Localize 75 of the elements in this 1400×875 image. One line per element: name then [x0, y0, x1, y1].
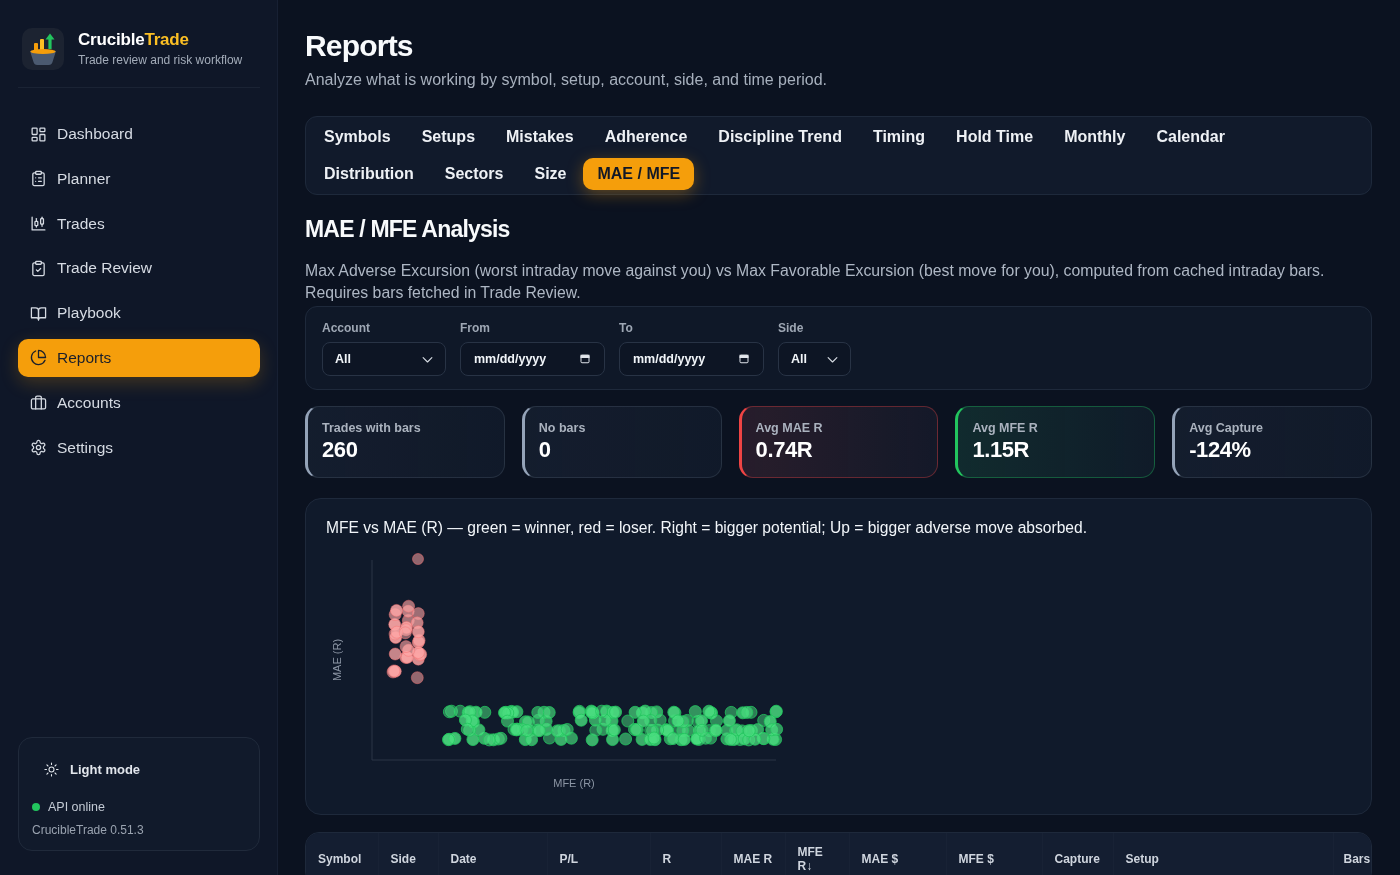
dropdown[interactable]: All	[778, 342, 851, 376]
nav-item[interactable]: Dashboard	[18, 115, 260, 153]
column-header[interactable]: Side	[378, 833, 438, 875]
tab[interactable]: Monthly	[1050, 121, 1140, 153]
sun-icon	[44, 761, 59, 777]
stat-label: Avg MFE R	[972, 421, 1039, 435]
pie-chart-icon	[30, 349, 47, 367]
stat-label: Trades with bars	[322, 421, 422, 435]
stat-value: -124%	[1189, 437, 1252, 463]
book-icon	[30, 304, 47, 322]
stat-label: Avg Capture	[1189, 421, 1265, 435]
tab[interactable]: Symbols	[310, 121, 405, 153]
briefcase-icon	[30, 394, 47, 412]
nav-item[interactable]: Reports	[18, 339, 260, 377]
nav-item[interactable]: Settings	[18, 428, 260, 467]
tab[interactable]: Mistakes	[492, 121, 588, 153]
logo-icon	[22, 28, 64, 70]
column-header[interactable]: MFE $	[946, 833, 1042, 875]
column-header[interactable]: Bars	[1333, 833, 1371, 875]
stat-value: 0	[538, 437, 552, 463]
tab[interactable]: Discipline Trend	[704, 121, 856, 153]
x-axis-label: MFE (R)	[553, 776, 595, 789]
date-field[interactable]: mm/dd/yyyy	[619, 342, 764, 376]
tab[interactable]: Adherence	[590, 121, 702, 153]
stat-label: No bars	[538, 421, 587, 435]
section-description: Max Adverse Excursion (worst intraday move against you) vs Max Favorable Excursion (best move for you), computed from cached intraday bars. Requires bars fetched in Trade Review.	[305, 261, 1326, 303]
calendar-icon	[579, 353, 591, 365]
dropdown[interactable]: All	[322, 342, 446, 376]
tab[interactable]: Hold Time	[942, 121, 1048, 153]
stat-value: 0.74R	[755, 437, 814, 463]
nav-item[interactable]: Planner	[18, 159, 260, 198]
page-title: Reports	[305, 28, 414, 64]
gear-icon	[30, 439, 47, 457]
column-header[interactable]: MAE $	[849, 833, 946, 875]
nav-item[interactable]: Trades	[18, 204, 260, 243]
page-subtitle: Analyze what is working by symbol, setup, account, side, and time period.	[305, 70, 829, 90]
brand-name: CrucibleTrade	[78, 30, 190, 50]
calendar-icon	[738, 353, 750, 365]
column-header[interactable]: Symbol	[306, 833, 378, 875]
tab[interactable]: Calendar	[1142, 121, 1239, 153]
brand-tagline: Trade review and risk workflow	[78, 52, 243, 68]
tab[interactable]: Setups	[407, 121, 490, 153]
section-title: MAE / MFE Analysis	[305, 215, 511, 243]
nav-item[interactable]: Playbook	[18, 294, 260, 333]
chart-title: MFE vs MAE (R) — green = winner, red = loser. Right = bigger potential; Up = bigger adverse move absorbed.	[326, 518, 1088, 538]
column-header[interactable]: Date	[438, 833, 547, 875]
tab[interactable]: Sectors	[430, 158, 518, 190]
filter-label: Side	[778, 321, 805, 335]
column-header[interactable]: MAE R	[721, 833, 785, 875]
column-header[interactable]: MFE R↓	[785, 833, 849, 875]
column-header[interactable]: R	[650, 833, 721, 875]
grid-icon	[30, 125, 47, 143]
tab[interactable]: Distribution	[310, 158, 428, 190]
filter-label: To	[619, 321, 634, 335]
filter-label: From	[460, 321, 491, 335]
column-header[interactable]: P/L	[547, 833, 650, 875]
clipboard-check-icon	[30, 259, 47, 277]
column-header[interactable]: Capture	[1042, 833, 1113, 875]
theme-toggle-button[interactable]: Light mode	[32, 753, 153, 785]
nav-item[interactable]: Accounts	[18, 383, 260, 422]
filter-label: Account	[322, 321, 371, 335]
tab[interactable]: Size	[520, 158, 581, 190]
candlestick-chart-icon	[30, 215, 47, 233]
stat-label: Avg MAE R	[755, 421, 824, 435]
stat-value: 260	[322, 437, 359, 463]
clipboard-list-icon	[30, 170, 47, 188]
column-header[interactable]: Setup	[1113, 833, 1333, 875]
version-text: CrucibleTrade 0.51.3	[32, 822, 145, 839]
tab[interactable]: MAE / MFE	[583, 158, 695, 190]
y-axis-label: MAE (R)	[330, 638, 343, 682]
stat-value: 1.15R	[972, 437, 1031, 463]
nav-item[interactable]: Trade Review	[18, 249, 260, 288]
date-field[interactable]: mm/dd/yyyy	[460, 342, 605, 376]
tab[interactable]: Timing	[858, 121, 940, 153]
status-text: API online	[48, 800, 105, 814]
